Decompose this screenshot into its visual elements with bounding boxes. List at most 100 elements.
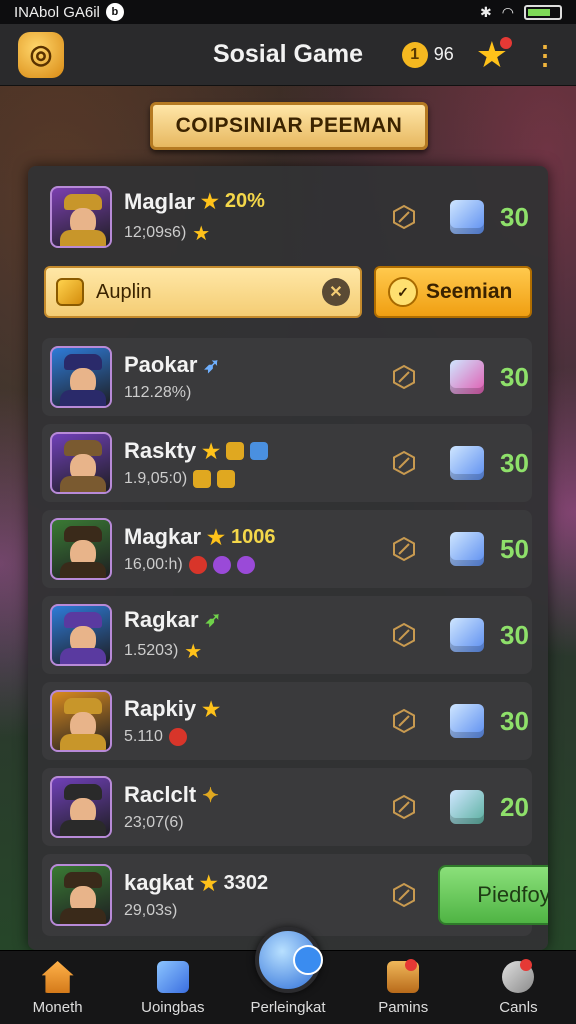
player-info: Rapkiy ★ 5.110 (124, 696, 290, 746)
coin-balance[interactable]: 1 96 (401, 41, 454, 68)
avatar (50, 518, 112, 580)
favorites-star-icon[interactable]: ★ (476, 36, 512, 73)
avatar (50, 690, 112, 752)
badge-icon (212, 556, 231, 574)
badge-icon (168, 728, 187, 746)
list-item[interactable]: Rapkiy ★ 5.110 30 (42, 682, 532, 760)
player-name: Rapkiy (124, 696, 197, 721)
hexagon-slash-icon[interactable] (390, 449, 418, 477)
promo-banner: COIPSINIAR PEEMAN (150, 102, 428, 150)
player-stat: 29,03s) (124, 902, 178, 919)
gem-cube-icon (450, 618, 484, 652)
seemian-button[interactable]: ✓ Seemian (374, 266, 532, 318)
player-stat: 1.5203) (124, 642, 179, 659)
gem-count: 30 (500, 201, 529, 232)
gem-cube-icon (450, 200, 484, 234)
player-stat: 112.28%) (124, 384, 192, 401)
sparkle-icon: ✦ (202, 784, 219, 807)
avatar (50, 432, 112, 494)
hexagon-slash-icon[interactable] (390, 881, 418, 909)
player-name: Paokar (124, 352, 198, 377)
body-shape (60, 648, 106, 664)
hexagon-slash-icon[interactable] (390, 621, 418, 649)
player-name: Ragkar (124, 606, 199, 632)
gem-cube-icon (450, 790, 484, 824)
app-logo-icon[interactable]: ◎ (18, 31, 64, 78)
player-stat: 16,00:h) (124, 556, 183, 573)
list-item[interactable]: Maglar★20% 12;09s6)★ 30 ✕ (42, 178, 532, 256)
player-name: Magkar (124, 524, 202, 549)
avatar (50, 864, 112, 926)
player-bonus: 3302 (223, 871, 269, 894)
player-stat: 5.110 (124, 728, 163, 745)
player-name: kagkat (124, 870, 194, 895)
star-icon: ★ (202, 440, 221, 463)
nav-label: Canls (499, 999, 538, 1016)
player-info: Raclclt ✦ 23;07(6) (124, 782, 290, 832)
badge-icon (188, 556, 207, 574)
nav-item-canls[interactable]: Canls (461, 951, 576, 1024)
notification-badge (520, 959, 533, 971)
battery-icon (524, 4, 562, 20)
player-info: Ragkar ➶ 1.5203) ★ (124, 607, 290, 664)
list-item[interactable]: Paokar ➶ 112.28%) 30 (42, 338, 532, 416)
nav-label: Moneth (32, 999, 83, 1016)
leaderboard-panel: Maglar★20% 12;09s6)★ 30 ✕ ✕ ✓ Seemian Pa… (28, 166, 548, 950)
status-bar: INAbol GA6il b ✱ ◠ (0, 0, 576, 24)
badge-icon (217, 470, 236, 488)
gem-cube-icon (450, 532, 484, 566)
list-item[interactable]: Magkar ★ 1006 16,00:h) 50 (42, 510, 532, 588)
feather-icon: ➶ (203, 354, 221, 377)
search-bar: ✕ (44, 266, 362, 318)
play-button[interactable]: Piedfoy (438, 865, 548, 925)
star-icon: ★ (207, 526, 225, 549)
coin-count: 96 (433, 44, 454, 64)
player-info: Paokar ➶ 112.28%) (124, 352, 290, 402)
gem-count: 30 (500, 447, 529, 478)
treasure-box-icon (56, 278, 84, 306)
hexagon-slash-icon[interactable] (390, 203, 418, 231)
gem-count: 30 (500, 361, 529, 392)
gem-icon (250, 442, 269, 460)
player-bonus: 20% (224, 190, 265, 212)
nav-label: Perleingkat (250, 999, 326, 1016)
hexagon-slash-icon[interactable] (390, 535, 418, 563)
hexagon-slash-icon[interactable] (390, 793, 418, 821)
search-input[interactable] (96, 280, 316, 304)
body-shape (60, 562, 106, 578)
kebab-menu-icon[interactable]: ⋮ (532, 42, 558, 68)
list-item[interactable]: Raclclt ✦ 23;07(6) 20 (42, 768, 532, 846)
body-shape (60, 390, 106, 406)
carrier-badge-icon: b (105, 3, 124, 21)
list-item[interactable]: kagkat ★ 3302 29,03s) Piedfoy (42, 854, 548, 936)
status-icons: ✱ ◠ (480, 4, 562, 21)
carrier-label: INAbol GA6il (14, 3, 100, 21)
nav-label: Uoingbas (141, 999, 205, 1016)
list-item[interactable]: Raskty ★ 1.9,05:0) 30 (42, 424, 532, 502)
hexagon-slash-icon[interactable] (390, 363, 418, 391)
coin-icon: ✓ (388, 277, 418, 307)
feather-icon: ➶ (204, 609, 222, 631)
player-bonus: 1006 (230, 525, 276, 548)
badge-icon (226, 442, 245, 460)
nav-item-moneth[interactable]: Moneth (0, 951, 115, 1024)
nav-item-perleingkat[interactable]: Perleingkat (230, 927, 345, 1024)
body-shape (60, 476, 106, 492)
list-item[interactable]: Ragkar ➶ 1.5203) ★ 30 (42, 596, 532, 674)
star-icon: ★ (199, 872, 218, 895)
carrier: INAbol GA6il b (14, 3, 124, 21)
coin-icon: 1 (401, 41, 428, 68)
gem-count: 20 (500, 791, 529, 822)
star-icon: ★ (202, 698, 221, 721)
nav-item-uoingbas[interactable]: Uoingbas (115, 951, 230, 1024)
body-shape (60, 230, 106, 246)
gem-count: 30 (500, 705, 529, 736)
badge-icon (236, 556, 255, 574)
clear-search-icon[interactable]: ✕ (322, 278, 350, 306)
nav-item-pamins[interactable]: Pamins (346, 951, 461, 1024)
player-stat: 12;09s6) (124, 224, 187, 241)
app-header: ◎ Sosial Game 1 96 ★ ⋮ (0, 24, 576, 86)
hexagon-slash-icon[interactable] (390, 707, 418, 735)
notification-badge (500, 36, 512, 49)
badge-icon (193, 470, 212, 488)
